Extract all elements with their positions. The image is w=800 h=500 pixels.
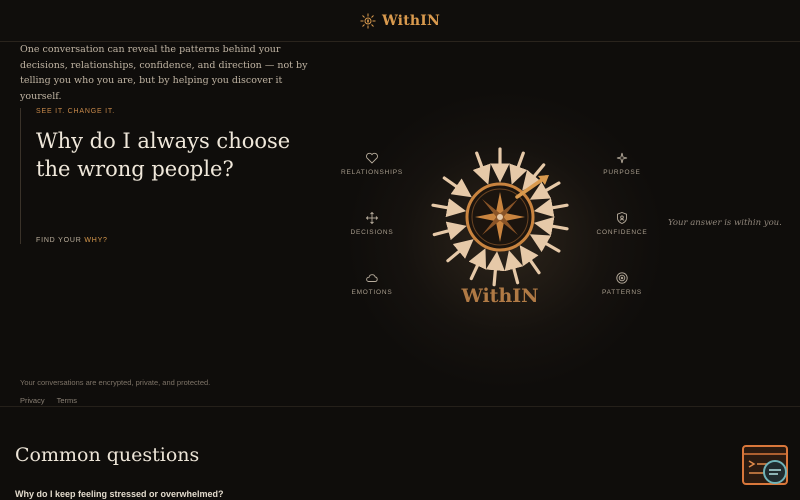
feature-relationships: RELATIONSHIPS <box>327 151 417 176</box>
sparkle-icon <box>616 152 628 164</box>
cta-accent: WHY? <box>84 237 108 244</box>
inward-arrow <box>509 151 528 185</box>
feature-label: CONFIDENCE <box>596 229 648 236</box>
feature-patterns: PATTERNS <box>577 271 667 296</box>
faq-title: Common questions <box>15 444 200 466</box>
target-icon <box>616 272 628 284</box>
inward-arrow <box>533 216 569 236</box>
hero-eyebrow: SEE IT. CHANGE IT. <box>36 108 115 115</box>
feature-purpose: PURPOSE <box>577 151 667 176</box>
inward-arrow <box>431 198 467 218</box>
feature-decisions: DECISIONS <box>327 211 417 236</box>
inward-arrow <box>529 234 561 253</box>
privacy-link[interactable]: Privacy <box>20 396 45 405</box>
cloud-icon <box>366 274 378 282</box>
feature-emotions: EMOTIONS <box>327 271 417 296</box>
feature-label: EMOTIONS <box>351 289 393 296</box>
compass-illustration: WithIN <box>431 147 569 305</box>
feature-label: PURPOSE <box>603 169 641 176</box>
footer-links: Privacy Terms <box>20 396 77 405</box>
inward-arrow <box>432 221 467 241</box>
feature-label: PATTERNS <box>601 289 643 296</box>
chat-console-icon <box>742 445 788 485</box>
inward-arrow <box>468 248 487 281</box>
inward-arrow <box>485 251 505 287</box>
inward-arrow <box>519 245 541 275</box>
inward-arrow <box>442 176 472 198</box>
chat-widget-button[interactable] <box>741 444 791 488</box>
heart-icon <box>366 152 378 164</box>
feature-label: DECISIONS <box>350 229 394 236</box>
brand-name: WithIN <box>382 12 440 29</box>
intro-paragraph: One conversation can reveal the patterns… <box>20 44 308 102</box>
faq-question[interactable]: Why do I keep feeling stressed or overwh… <box>15 489 224 499</box>
cta-prefix: FIND YOUR <box>36 237 82 244</box>
security-note: Your conversations are encrypted, privat… <box>20 378 211 387</box>
inward-arrow <box>504 250 524 285</box>
answer-tagline: Your answer is within you. <box>668 218 782 228</box>
section-divider <box>0 406 800 407</box>
terms-link[interactable]: Terms <box>57 396 77 405</box>
sunburst-compass-icon <box>360 13 376 28</box>
feature-confidence: CONFIDENCE <box>577 211 667 236</box>
compass-star <box>475 192 525 242</box>
brand-home-link[interactable]: WithIN <box>360 13 440 29</box>
shield-icon <box>617 212 627 224</box>
inward-arrow <box>472 151 491 185</box>
feature-label: RELATIONSHIPS <box>341 169 403 176</box>
inward-arrow <box>446 239 474 263</box>
hero-card: SEE IT. CHANGE IT. Why do I always choos… <box>20 108 300 244</box>
top-navigation-bar: WithIN <box>0 0 800 42</box>
hero-headline: Why do I always choose the wrong people? <box>36 129 291 181</box>
move-arrows-icon <box>365 211 379 225</box>
inward-arrow <box>529 181 561 200</box>
inward-arrow <box>533 198 569 218</box>
find-your-why-link[interactable]: FIND YOUR WHY? <box>36 237 108 244</box>
compass-wordmark: WithIN <box>460 285 538 305</box>
